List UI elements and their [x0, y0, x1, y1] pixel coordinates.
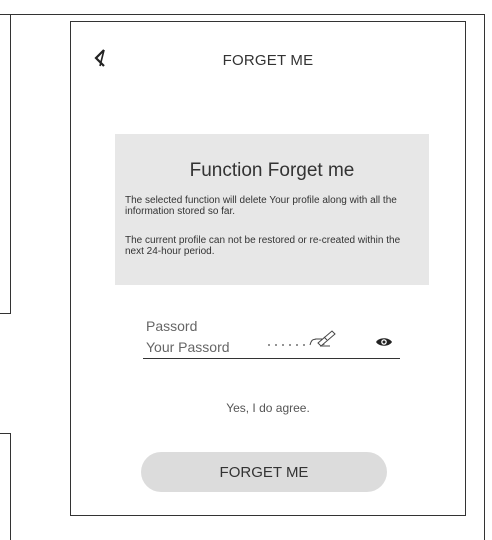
- frame-line-top: [0, 14, 484, 15]
- info-paragraph-restore: The current profile can not be restored …: [125, 235, 401, 257]
- agreement-link[interactable]: Yes, I do agree.: [71, 401, 465, 415]
- pen-icon: [268, 330, 336, 347]
- info-panel: Function Forget me The selected function…: [115, 134, 429, 285]
- frame-line-right: [484, 14, 485, 540]
- eye-icon[interactable]: [375, 335, 393, 349]
- page-title: FORGET ME: [222, 52, 314, 69]
- password-label: Passord: [146, 318, 198, 334]
- info-paragraph-delete: The selected function will delete Your p…: [125, 195, 397, 217]
- frame-connector-upper: [0, 313, 11, 314]
- frame-line-left-upper: [10, 14, 11, 314]
- phone-screen: FORGET ME Function Forget me The selecte…: [70, 21, 466, 516]
- forget-me-button[interactable]: FORGET ME: [141, 452, 387, 492]
- info-title: Function Forget me: [189, 160, 355, 181]
- frame-connector-lower: [0, 433, 11, 434]
- frame-line-left-lower: [10, 433, 11, 540]
